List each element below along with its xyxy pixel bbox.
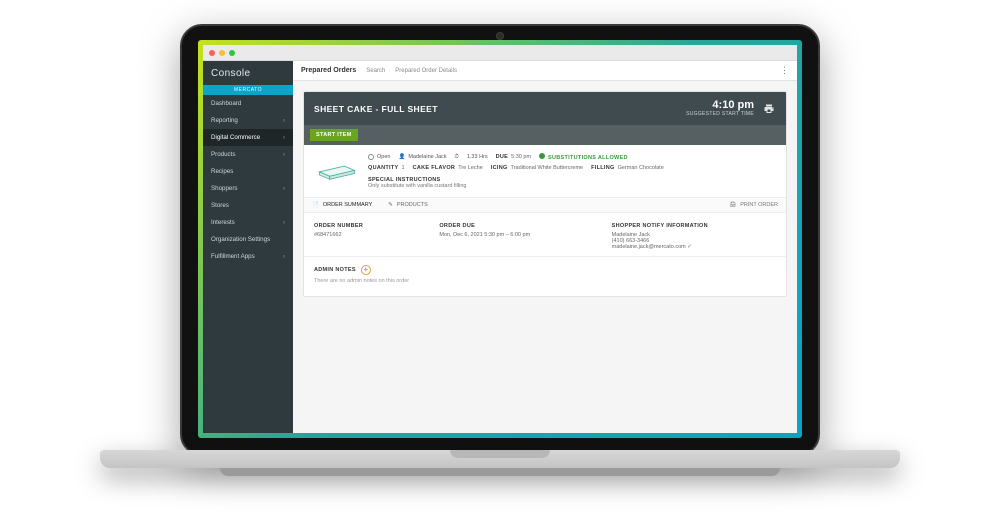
print-icon: 🖨 bbox=[729, 202, 736, 208]
chevron-right-icon: › bbox=[283, 254, 285, 260]
maximize-window-button[interactable] bbox=[229, 50, 235, 56]
sidebar-item-recipes[interactable]: Recipes bbox=[203, 163, 293, 180]
main-pane: Prepared Orders Search Prepared Order De… bbox=[293, 61, 797, 433]
tabs-bar: 📄 ORDER SUMMARY ✎ PRODUCTS bbox=[304, 197, 786, 213]
app-window: Console MERCATO DashboardReporting›Digit… bbox=[203, 45, 797, 433]
status-open: Open bbox=[368, 154, 390, 160]
pencil-icon: ✎ bbox=[388, 202, 393, 208]
attr-filling: FILLINGGerman Chocolate bbox=[591, 165, 664, 171]
close-window-button[interactable] bbox=[209, 50, 215, 56]
app-body: Console MERCATO DashboardReporting›Digit… bbox=[203, 61, 797, 433]
laptop-base bbox=[100, 450, 900, 486]
shopper-email-link[interactable]: madelaine.jack@mercato.com ✓ bbox=[612, 244, 776, 250]
order-number-link[interactable]: #68471662 bbox=[314, 232, 431, 238]
brand-title: Console bbox=[203, 61, 293, 85]
suggested-start-label: SUGGESTED START TIME bbox=[686, 111, 754, 117]
breadcrumb-details[interactable]: Prepared Order Details bbox=[395, 68, 457, 74]
desktop-wallpaper: Console MERCATO DashboardReporting›Digit… bbox=[198, 40, 802, 438]
chevron-right-icon: › bbox=[283, 152, 285, 158]
chevron-right-icon: › bbox=[283, 118, 285, 124]
assignee-name: 👤Madelaine Jack bbox=[398, 154, 446, 160]
sidebar: Console MERCATO DashboardReporting›Digit… bbox=[203, 61, 293, 433]
sidebar-nav: DashboardReporting›Digital Commerce›Prod… bbox=[203, 95, 293, 265]
sidebar-item-label: Products bbox=[211, 151, 235, 158]
sidebar-item-label: Fulfillment Apps bbox=[211, 253, 255, 260]
sidebar-item-label: Recipes bbox=[211, 168, 233, 175]
admin-notes-label: ADMIN NOTES bbox=[314, 267, 356, 273]
attr-icing: ICINGTraditional White Buttercreme bbox=[491, 165, 583, 171]
item-details: Open 👤Madelaine Jack ⏱ 1.33 Hrs DUE5:30 … bbox=[304, 145, 786, 197]
print-icon[interactable] bbox=[762, 102, 776, 116]
admin-notes-empty: There are no admin notes on this order bbox=[314, 278, 776, 284]
section-title: Prepared Orders bbox=[301, 67, 356, 74]
item-title: SHEET CAKE - FULL SHEET bbox=[314, 104, 438, 114]
sidebar-item-reporting[interactable]: Reporting › bbox=[203, 112, 293, 129]
header-due: 4:10 pm SUGGESTED START TIME bbox=[686, 100, 776, 117]
action-bar: START ITEM bbox=[304, 125, 786, 145]
content-area: SHEET CAKE - FULL SHEET 4:10 pm SUGGESTE… bbox=[293, 81, 797, 433]
minimize-window-button[interactable] bbox=[219, 50, 225, 56]
shopper-notify-label: SHOPPER NOTIFY INFORMATION bbox=[612, 223, 776, 229]
special-instructions: SPECIAL INSTRUCTIONS Only substitute wit… bbox=[368, 177, 776, 189]
sidebar-item-label: Organization Settings bbox=[211, 236, 270, 243]
order-card: SHEET CAKE - FULL SHEET 4:10 pm SUGGESTE… bbox=[303, 91, 787, 297]
print-order-button[interactable]: 🖨 PRINT ORDER bbox=[721, 198, 786, 212]
sidebar-item-label: Shoppers bbox=[211, 185, 238, 192]
order-number-label: ORDER NUMBER bbox=[314, 223, 431, 229]
duration-value: 1.33 Hrs bbox=[467, 154, 488, 160]
chevron-right-icon: › bbox=[283, 135, 285, 141]
breadcrumb-search[interactable]: Search bbox=[366, 68, 385, 74]
more-menu-button[interactable]: ⋮ bbox=[780, 65, 789, 76]
sidebar-item-stores[interactable]: Stores bbox=[203, 197, 293, 214]
chevron-right-icon: › bbox=[283, 220, 285, 226]
brand-ribbon: MERCATO bbox=[203, 85, 293, 95]
sidebar-item-label: Interests bbox=[211, 219, 235, 226]
screen-bezel: Console MERCATO DashboardReporting›Digit… bbox=[180, 24, 820, 456]
sidebar-item-organization-settings[interactable]: Organization Settings bbox=[203, 231, 293, 248]
sidebar-item-products[interactable]: Products › bbox=[203, 146, 293, 163]
substitutions-allowed: SUBSTITUTIONS ALLOWED bbox=[539, 153, 628, 161]
order-due-label: ORDER DUE bbox=[439, 223, 603, 229]
clock-icon: ⏱ bbox=[455, 154, 459, 161]
chevron-right-icon: › bbox=[283, 186, 285, 192]
sidebar-item-label: Stores bbox=[211, 202, 229, 209]
tab-products[interactable]: ✎ PRODUCTS bbox=[380, 198, 435, 212]
order-summary: ORDER NUMBER #68471662 ORDER DUE Mon, De… bbox=[304, 213, 786, 256]
due-time: DUE5:30 pm bbox=[496, 154, 531, 160]
order-due-value: Mon, Dec 6, 2021 5:30 pm – 6:00 pm bbox=[439, 232, 603, 238]
attributes-row: QUANTITY1 CAKE FLAVORTre Leche ICINGTradit… bbox=[368, 165, 776, 171]
special-instructions-text: Only substitute with vanilla custard fil… bbox=[368, 183, 776, 189]
sidebar-item-interests[interactable]: Interests › bbox=[203, 214, 293, 231]
card-header: SHEET CAKE - FULL SHEET 4:10 pm SUGGESTE… bbox=[304, 92, 786, 125]
product-thumbnail bbox=[314, 153, 360, 185]
sidebar-item-label: Reporting bbox=[211, 117, 238, 124]
camera bbox=[496, 32, 504, 40]
window-titlebar bbox=[203, 45, 797, 61]
attr-cake-flavor: CAKE FLAVORTre Leche bbox=[413, 165, 483, 171]
sidebar-item-shoppers[interactable]: Shoppers › bbox=[203, 180, 293, 197]
sidebar-item-digital-commerce[interactable]: Digital Commerce › bbox=[203, 129, 293, 146]
list-icon: 📄 bbox=[312, 202, 319, 208]
sidebar-item-label: Dashboard bbox=[211, 100, 241, 107]
suggested-start-time: 4:10 pm bbox=[686, 100, 754, 111]
tab-order-summary[interactable]: 📄 ORDER SUMMARY bbox=[304, 198, 380, 212]
sidebar-item-label: Digital Commerce bbox=[211, 134, 260, 141]
sidebar-item-dashboard[interactable]: Dashboard bbox=[203, 95, 293, 112]
sidebar-item-fulfillment-apps[interactable]: Fulfillment Apps › bbox=[203, 248, 293, 265]
admin-notes: ADMIN NOTES + There are no admin notes o… bbox=[304, 256, 786, 296]
add-note-button[interactable]: + bbox=[361, 265, 371, 275]
laptop-mockup: Console MERCATO DashboardReporting›Digit… bbox=[90, 24, 910, 504]
attr-quantity: QUANTITY1 bbox=[368, 165, 405, 171]
start-item-button[interactable]: START ITEM bbox=[310, 129, 358, 141]
topbar: Prepared Orders Search Prepared Order De… bbox=[293, 61, 797, 81]
